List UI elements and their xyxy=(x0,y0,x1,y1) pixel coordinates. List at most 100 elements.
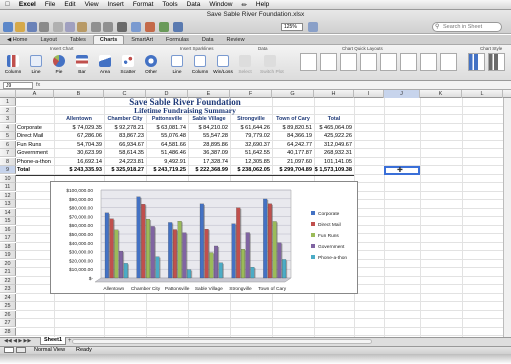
menu-insert[interactable]: Insert xyxy=(108,1,124,8)
switch-plot-button[interactable]: Switch Plot xyxy=(260,55,284,75)
paste-icon[interactable] xyxy=(77,22,87,32)
data-cell[interactable]: $ 74,029.35 xyxy=(54,124,102,132)
data-cell[interactable]: 425,922.26 xyxy=(314,132,352,140)
quick-layout-3[interactable] xyxy=(340,53,357,71)
sheet-tab-sheet1[interactable]: Sheet1 xyxy=(40,337,66,345)
data-cell[interactable]: 12,305.85 xyxy=(230,158,270,166)
autosum-icon[interactable] xyxy=(117,22,127,32)
quick-layout-1[interactable] xyxy=(300,53,317,71)
gallery-icon[interactable] xyxy=(159,22,169,32)
apple-icon[interactable]:  xyxy=(5,1,10,8)
row-header-19[interactable]: 19 xyxy=(0,251,16,260)
row-header-16[interactable]: 16 xyxy=(0,225,16,234)
sort-icon[interactable] xyxy=(131,22,141,32)
header-total[interactable]: Total xyxy=(314,115,354,123)
menu-format[interactable]: Format xyxy=(133,1,154,8)
row-header-26[interactable]: 26 xyxy=(0,310,16,319)
row-label[interactable]: Direct Mail xyxy=(17,132,43,140)
data-cell[interactable]: 30,623.99 xyxy=(54,149,102,157)
sheet-nav-arrows-icon[interactable]: ◀◀ ◀ ▶ ▶▶ xyxy=(4,338,31,344)
row-header-21[interactable]: 21 xyxy=(0,268,16,277)
column-header-j[interactable]: J xyxy=(384,90,420,98)
tab-smartart[interactable]: SmartArt xyxy=(125,36,159,44)
data-cell[interactable]: $ 1,573,109.38 xyxy=(314,166,352,174)
data-cell[interactable]: 101,141.05 xyxy=(314,158,352,166)
data-cell[interactable]: $ 243,719.25 xyxy=(146,166,186,174)
data-cell[interactable]: 66,934.67 xyxy=(104,141,144,149)
row-header-1[interactable]: 1 xyxy=(0,98,16,107)
open-icon[interactable] xyxy=(15,22,25,32)
row-header-22[interactable]: 22 xyxy=(0,276,16,285)
filter-icon[interactable] xyxy=(145,22,155,32)
page-layout-view-icon[interactable] xyxy=(16,347,26,353)
line-chart-button[interactable]: Line xyxy=(26,55,46,75)
tab-layout[interactable]: Layout xyxy=(34,36,63,44)
data-cell[interactable]: 67,286.06 xyxy=(54,132,102,140)
data-cell[interactable]: 55,547.28 xyxy=(188,132,228,140)
row-header-15[interactable]: 15 xyxy=(0,217,16,226)
row-header-7[interactable]: 7 xyxy=(0,149,16,158)
row-header-24[interactable]: 24 xyxy=(0,293,16,302)
menu-window[interactable]: Window xyxy=(209,1,232,8)
row-label[interactable]: Fun Runs xyxy=(17,141,41,149)
data-cell[interactable]: 51,486.46 xyxy=(146,149,186,157)
name-box[interactable]: J9 xyxy=(3,82,33,89)
row-header-28[interactable]: 28 xyxy=(0,327,16,336)
column-chart[interactable]: $100,000.00 $90,000.00 $80,000.00 $70,000.0… xyxy=(51,182,359,295)
column-header-b[interactable]: B xyxy=(54,90,104,98)
quick-layout-5[interactable] xyxy=(380,53,397,71)
scatter-chart-button[interactable]: Scatter xyxy=(118,55,138,75)
save-icon[interactable] xyxy=(27,22,37,32)
row-header-11[interactable]: 11 xyxy=(0,183,16,192)
header-pattonsville[interactable]: Pattonsville xyxy=(146,115,188,123)
data-cell[interactable]: $ 222,368.99 xyxy=(188,166,228,174)
data-cell[interactable]: 40,177.87 xyxy=(272,149,312,157)
column-header-l[interactable]: L xyxy=(462,90,503,98)
data-cell[interactable]: $ 63,081.74 xyxy=(146,124,186,132)
tab-data[interactable]: Data xyxy=(196,36,220,44)
quick-layout-4[interactable] xyxy=(360,53,377,71)
redo-icon[interactable] xyxy=(103,22,113,32)
column-chart-button[interactable]: Column xyxy=(3,55,23,75)
quick-layout-8[interactable] xyxy=(440,53,457,71)
data-cell[interactable]: 54,704.39 xyxy=(54,141,102,149)
data-cell[interactable]: 268,932.31 xyxy=(314,149,352,157)
horizontal-scrollbar[interactable] xyxy=(72,339,372,344)
tab-tables[interactable]: Tables xyxy=(64,36,92,44)
data-cell[interactable]: 9,492.91 xyxy=(146,158,186,166)
data-cell[interactable]: 21,097.60 xyxy=(272,158,312,166)
column-header-a[interactable]: A xyxy=(16,90,54,98)
data-cell[interactable]: 58,614.35 xyxy=(104,149,144,157)
copy-icon[interactable] xyxy=(65,22,75,32)
quick-layout-6[interactable] xyxy=(400,53,417,71)
menu-file[interactable]: File xyxy=(45,1,55,8)
bar-chart-button[interactable]: Bar xyxy=(72,55,92,75)
row-header-13[interactable]: 13 xyxy=(0,200,16,209)
data-cell[interactable]: 51,642.55 xyxy=(230,149,270,157)
print-icon[interactable] xyxy=(39,22,49,32)
data-cell[interactable]: $ 465,064.09 xyxy=(314,124,352,132)
row-header-5[interactable]: 5 xyxy=(0,132,16,141)
data-cell[interactable]: $ 61,644.26 xyxy=(230,124,270,132)
new-workbook-icon[interactable] xyxy=(3,22,13,32)
data-cell[interactable]: $ 299,704.89 xyxy=(272,166,312,174)
search-input[interactable]: Search in Sheet xyxy=(432,22,502,32)
select-all-corner[interactable] xyxy=(0,90,16,98)
data-cell[interactable]: $ 92,278.21 xyxy=(104,124,144,132)
data-cell[interactable]: $ 89,820.51 xyxy=(272,124,312,132)
script-icon[interactable]: ✏ xyxy=(241,1,246,9)
header-strongville[interactable]: Strongville xyxy=(230,115,272,123)
sparkline-line-button[interactable]: Line xyxy=(167,55,187,75)
fx-icon[interactable]: fx xyxy=(36,82,40,88)
chart-style-2[interactable] xyxy=(488,53,505,71)
row-header-9[interactable]: 9 xyxy=(0,166,16,175)
other-chart-button[interactable]: Other xyxy=(141,55,161,75)
chart-area[interactable]: $100,000.00 $90,000.00 $80,000.00 $70,000.0… xyxy=(50,181,358,294)
header-sable-village[interactable]: Sable Village xyxy=(188,115,230,123)
row-label[interactable]: Corporate xyxy=(17,124,42,132)
tab-review[interactable]: Review xyxy=(221,36,251,44)
menu-app[interactable]: Excel xyxy=(19,1,36,8)
menu-view[interactable]: View xyxy=(85,1,99,8)
row-header-8[interactable]: 8 xyxy=(0,157,16,166)
row-header-4[interactable]: 4 xyxy=(0,123,16,132)
